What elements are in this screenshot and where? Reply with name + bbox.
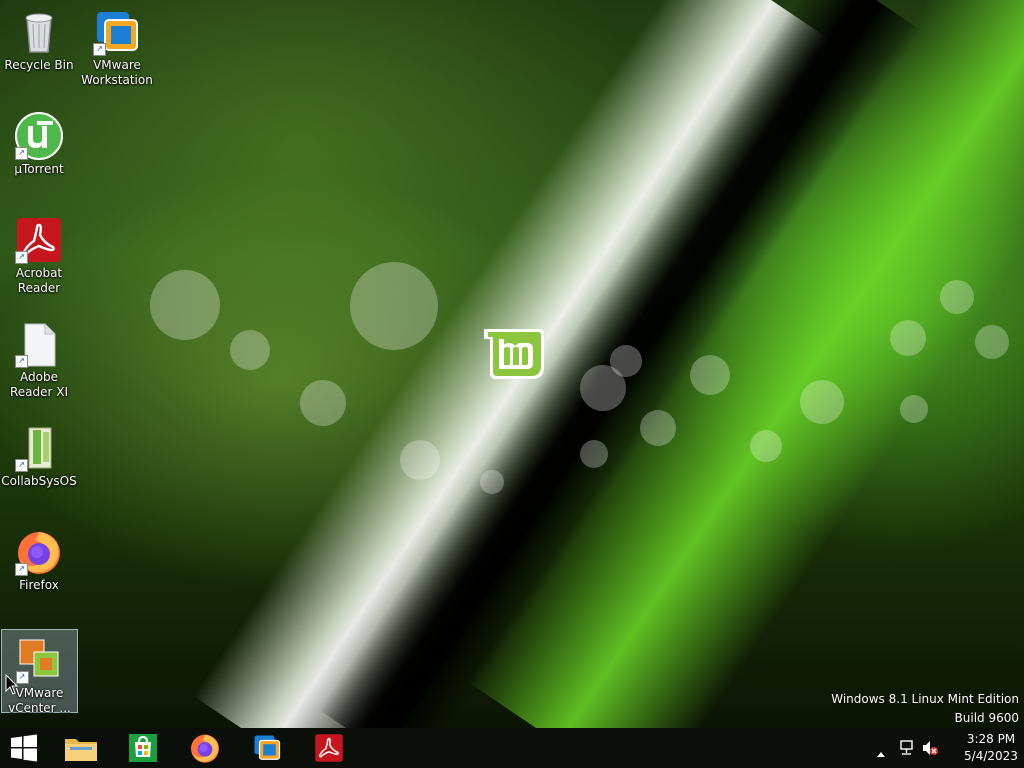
- firefox-icon: [191, 734, 219, 763]
- chevron-up-icon: [877, 752, 885, 757]
- clock-date: 5/4/2023: [964, 749, 1018, 763]
- start-button[interactable]: [0, 728, 48, 768]
- desktop-icon-label: Firefox: [19, 578, 59, 592]
- network-status-button[interactable]: [899, 740, 915, 760]
- shortcut-arrow-icon: ↗: [15, 355, 28, 368]
- desktop-icon-label: Acrobat Reader: [15, 266, 63, 295]
- taskbar-file-explorer[interactable]: [57, 728, 105, 768]
- shortcut-arrow-icon: ↗: [15, 251, 28, 264]
- bokeh-circle: [800, 380, 844, 424]
- mouse-cursor-icon: [5, 674, 19, 695]
- document-file-icon: ↗: [15, 320, 63, 368]
- bokeh-circle: [150, 270, 220, 340]
- taskbar-firefox[interactable]: [181, 728, 229, 768]
- windows-logo-icon: [11, 734, 37, 762]
- bokeh-circle: [640, 410, 676, 446]
- firefox-icon: ↗: [15, 528, 63, 576]
- desktop-icon-label: µTorrent: [14, 162, 64, 176]
- linux-mint-logo-icon: [484, 329, 544, 379]
- taskbar-store[interactable]: [119, 728, 167, 768]
- desktop-icon-recycle-bin[interactable]: Recycle Bin: [0, 2, 78, 73]
- bokeh-circle: [940, 280, 974, 314]
- desktop-icon-vmware-vcenter[interactable]: ↗ VMware vCenter ...: [1, 629, 78, 715]
- desktop-icon-label: VMware Workstation: [81, 58, 153, 87]
- watermark-edition: Windows 8.1 Linux Mint Edition: [831, 692, 1019, 706]
- acrobat-reader-icon: [315, 734, 343, 762]
- folder-icon: [65, 739, 97, 761]
- show-hidden-icons-button[interactable]: [876, 743, 886, 762]
- vmware-workstation-icon: ↗: [93, 8, 141, 56]
- bokeh-circle: [975, 325, 1009, 359]
- acrobat-reader-icon: ↗: [15, 216, 63, 264]
- edition-watermark: Windows 8.1 Linux Mint Edition Build 960…: [831, 690, 1019, 728]
- desktop-icon-acrobat-reader[interactable]: ↗ Acrobat Reader: [0, 210, 78, 296]
- shortcut-arrow-icon: ↗: [15, 563, 28, 576]
- watermark-build: Build 9600: [954, 711, 1019, 725]
- shortcut-arrow-icon: ↗: [15, 147, 28, 160]
- desktop-icon-label: Adobe Reader XI: [9, 370, 69, 399]
- bokeh-circle: [480, 470, 504, 494]
- volume-button[interactable]: [922, 740, 938, 760]
- clock-time: 3:28 PM: [966, 732, 1016, 746]
- desktop-icon-vmware-workstation[interactable]: ↗ VMware Workstation: [78, 2, 156, 88]
- taskbar-vmware-workstation[interactable]: [243, 728, 291, 768]
- desktop-icon-collabsysos[interactable]: ↗ CollabSysOS: [0, 418, 78, 489]
- bokeh-circle: [230, 330, 270, 370]
- collabsysos-icon: ↗: [15, 424, 63, 472]
- bokeh-circle: [350, 262, 438, 350]
- bokeh-circle: [300, 380, 346, 426]
- bokeh-circle: [890, 320, 926, 356]
- taskbar-clock[interactable]: 3:28 PM 5/4/2023: [962, 731, 1020, 765]
- desktop-icon-firefox[interactable]: ↗ Firefox: [0, 522, 78, 593]
- desktop-icon-label: Recycle Bin: [4, 58, 74, 72]
- shortcut-arrow-icon: ↗: [93, 43, 106, 56]
- desktop-icon-utorrent[interactable]: ↗ µTorrent: [0, 106, 78, 177]
- bokeh-circle: [750, 430, 782, 462]
- network-icon: [900, 740, 913, 755]
- taskbar: 3:28 PM 5/4/2023: [0, 728, 1024, 768]
- recycle-bin-icon: [15, 8, 63, 56]
- vmware-vcenter-icon: ↗: [15, 636, 64, 684]
- utorrent-icon: ↗: [15, 112, 63, 160]
- bokeh-circle: [580, 440, 608, 468]
- bokeh-circle: [900, 395, 928, 423]
- desktop-icon-label: CollabSysOS: [1, 474, 77, 488]
- bokeh-circle: [690, 355, 730, 395]
- desktop-icon-adobe-reader-xi[interactable]: ↗ Adobe Reader XI: [0, 314, 78, 400]
- bokeh-circle: [400, 440, 440, 480]
- volume-muted-icon: [923, 741, 938, 755]
- bokeh-circle: [610, 345, 642, 377]
- taskbar-acrobat-reader[interactable]: [305, 728, 353, 768]
- vmware-workstation-icon: [254, 735, 281, 760]
- store-icon: [129, 734, 157, 762]
- shortcut-arrow-icon: ↗: [15, 459, 28, 472]
